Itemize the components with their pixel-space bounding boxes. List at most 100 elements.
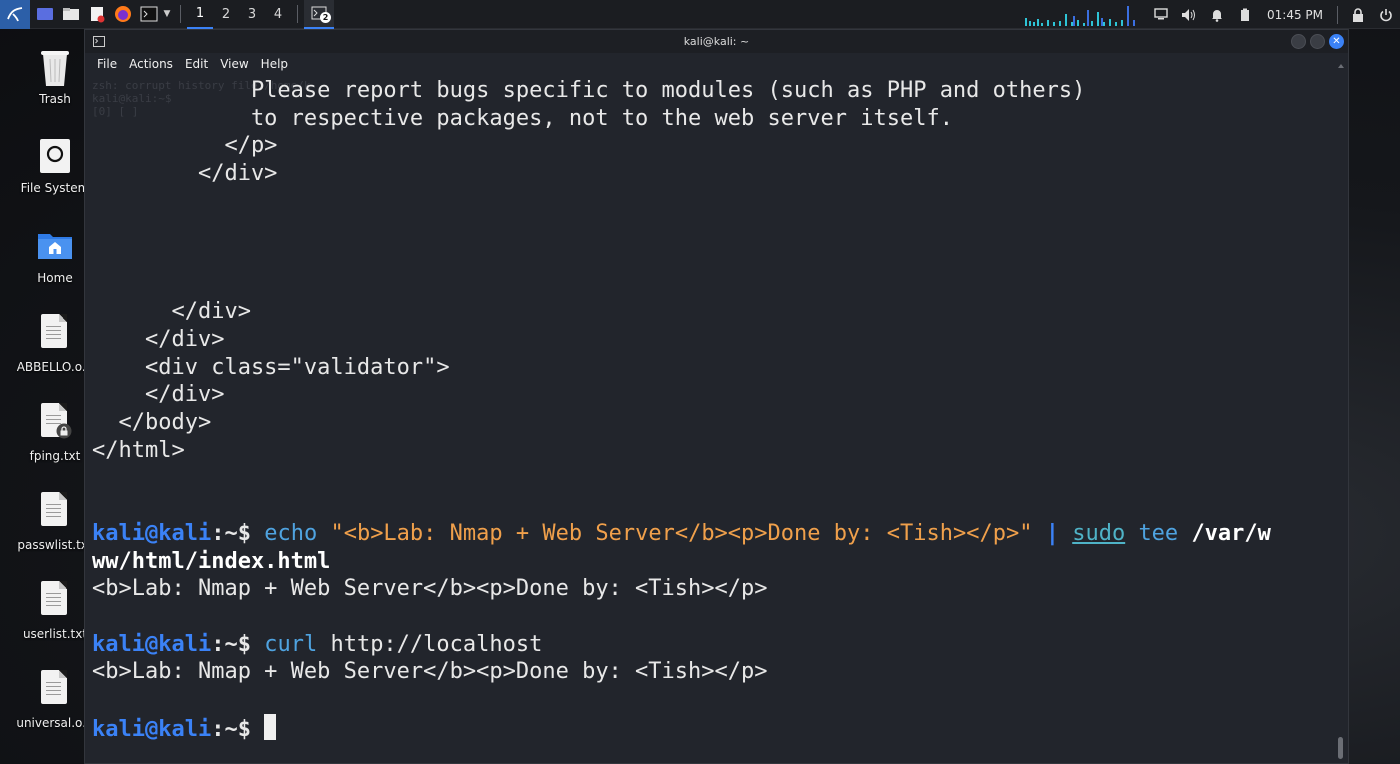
document-icon bbox=[35, 670, 75, 712]
output-line: Please report bugs specific to modules (… bbox=[92, 78, 1086, 103]
desktop-trash[interactable]: Trash bbox=[15, 46, 95, 106]
desktop-icon-label: File System bbox=[20, 181, 90, 195]
panel-separator bbox=[180, 5, 181, 23]
terminal-window[interactable]: kali@kali: ~ ✕ File Actions Edit View He… bbox=[84, 29, 1349, 764]
show-desktop-button[interactable] bbox=[34, 0, 56, 29]
prompt-path: ~$ bbox=[224, 632, 251, 657]
menu-file[interactable]: File bbox=[91, 57, 123, 71]
lock-screen-button[interactable] bbox=[1344, 0, 1372, 29]
menu-edit[interactable]: Edit bbox=[179, 57, 214, 71]
network-monitor-graph[interactable] bbox=[1023, 4, 1141, 26]
command-argument: http://localhost bbox=[330, 632, 543, 657]
text-editor-launcher[interactable] bbox=[86, 0, 108, 29]
workspace-2[interactable]: 2 bbox=[213, 0, 239, 29]
target-path-continued: ww/html/index.html bbox=[92, 549, 331, 574]
text-editor-icon bbox=[91, 7, 105, 23]
desktop-file-system[interactable]: File System bbox=[15, 135, 95, 195]
window-count-badge: 2 bbox=[320, 11, 331, 23]
terminal-dropdown[interactable]: ▼ bbox=[160, 0, 174, 29]
firefox-icon bbox=[115, 6, 131, 22]
lock-icon bbox=[1353, 7, 1363, 22]
menu-help[interactable]: Help bbox=[255, 57, 294, 71]
battery-tray-button[interactable] bbox=[1231, 0, 1259, 29]
output-line: to respective packages, not to the web s… bbox=[92, 106, 953, 131]
desktop-file-userlist[interactable]: userlist.txt bbox=[15, 581, 95, 641]
trash-icon bbox=[35, 46, 75, 88]
close-icon: ✕ bbox=[1332, 36, 1341, 47]
files-launcher[interactable] bbox=[60, 0, 82, 29]
output-line: <div class="validator"> bbox=[92, 355, 450, 380]
menu-actions[interactable]: Actions bbox=[123, 57, 179, 71]
terminal-output[interactable]: zsh: corrupt history file /home/k kali@k… bbox=[85, 75, 1348, 763]
output-line: </body> bbox=[92, 410, 212, 435]
workspace-4[interactable]: 4 bbox=[265, 0, 291, 29]
power-menu-button[interactable] bbox=[1372, 0, 1400, 29]
tee-command: tee bbox=[1138, 521, 1179, 546]
firefox-launcher[interactable] bbox=[112, 0, 134, 29]
desktop-file-passwlist[interactable]: passwlist.txt bbox=[15, 492, 95, 552]
notifications-tray-button[interactable] bbox=[1203, 0, 1231, 29]
desktop-file-fping[interactable]: fping.txt bbox=[15, 403, 95, 463]
kali-menu-button[interactable] bbox=[0, 0, 30, 29]
menu-view[interactable]: View bbox=[214, 57, 254, 71]
command-output: <b>Lab: Nmap + Web Server</b><p>Done by:… bbox=[92, 659, 768, 684]
prompt-path: ~$ bbox=[224, 521, 251, 546]
prompt-separator: : bbox=[211, 717, 225, 742]
desktop-home[interactable]: Home bbox=[15, 225, 95, 285]
sudo-keyword: sudo bbox=[1072, 521, 1126, 546]
desktop-file-abbello[interactable]: ABBELLO.o... bbox=[15, 314, 95, 374]
display-tray-button[interactable] bbox=[1147, 0, 1175, 29]
command-line: kali@kali:~$ curl http://localhost bbox=[92, 631, 542, 659]
document-icon bbox=[35, 492, 75, 534]
window-titlebar[interactable]: kali@kali: ~ ✕ bbox=[85, 30, 1348, 53]
volume-icon bbox=[1182, 8, 1195, 21]
output-line: </div> bbox=[92, 161, 278, 186]
clock[interactable]: 01:45 PM bbox=[1259, 8, 1331, 22]
prompt-separator: : bbox=[211, 632, 225, 657]
text-cursor bbox=[264, 714, 277, 740]
prompt-path: ~$ bbox=[224, 717, 251, 742]
command-line: kali@kali:~$ echo "<b>Lab: Nmap + Web Se… bbox=[92, 520, 1271, 548]
workspace-1[interactable]: 1 bbox=[187, 0, 213, 29]
panel-separator bbox=[1337, 5, 1338, 24]
window-title: kali@kali: ~ bbox=[683, 35, 750, 48]
locked-document-icon bbox=[35, 403, 75, 445]
monitor-icon bbox=[1154, 8, 1168, 20]
output-line: </div> bbox=[92, 382, 225, 407]
terminal-launcher[interactable] bbox=[138, 0, 160, 29]
desktop-icon-label: ABBELLO.o... bbox=[16, 360, 94, 374]
files-icon bbox=[63, 8, 79, 20]
command-name: curl bbox=[264, 632, 318, 657]
power-icon bbox=[1380, 8, 1392, 21]
pipe-symbol: | bbox=[1045, 521, 1059, 546]
prompt-user: kali@kali bbox=[92, 717, 212, 742]
desktop-icon-label: passwlist.txt bbox=[17, 538, 93, 552]
desktop-icon-label: Trash bbox=[39, 92, 71, 106]
workspace-3[interactable]: 3 bbox=[239, 0, 265, 29]
command-name: echo bbox=[264, 521, 318, 546]
terminal-menubar: File Actions Edit View Help bbox=[85, 53, 1348, 75]
output-line: </p> bbox=[92, 133, 278, 158]
scrollbar-thumb[interactable] bbox=[1338, 737, 1343, 759]
battery-icon bbox=[1241, 8, 1249, 21]
volume-tray-button[interactable] bbox=[1175, 0, 1203, 29]
drive-icon bbox=[35, 135, 75, 177]
scrollbar-up-arrow[interactable] bbox=[1338, 64, 1344, 68]
minimize-button[interactable] bbox=[1291, 34, 1306, 49]
close-button[interactable]: ✕ bbox=[1329, 34, 1344, 49]
output-line: </div> bbox=[92, 299, 251, 324]
desktop-file-universal[interactable]: universal.o... bbox=[15, 670, 95, 730]
output-line: </html> bbox=[92, 438, 185, 463]
document-icon bbox=[35, 314, 75, 356]
active-prompt-line[interactable]: kali@kali:~$ bbox=[92, 714, 277, 744]
taskbar-terminal-button[interactable]: 2 bbox=[304, 0, 334, 29]
panel-separator bbox=[297, 5, 298, 23]
bell-icon bbox=[1212, 9, 1222, 22]
desktop-icon bbox=[37, 8, 53, 20]
target-path: /var/w bbox=[1191, 521, 1271, 546]
maximize-button[interactable] bbox=[1310, 34, 1325, 49]
desktop-icon-label: universal.o... bbox=[16, 716, 94, 730]
command-string-argument: "<b>Lab: Nmap + Web Server</b><p>Done by… bbox=[330, 521, 1033, 546]
home-folder-icon bbox=[35, 225, 75, 267]
desktop-icon-label: fping.txt bbox=[29, 449, 81, 463]
